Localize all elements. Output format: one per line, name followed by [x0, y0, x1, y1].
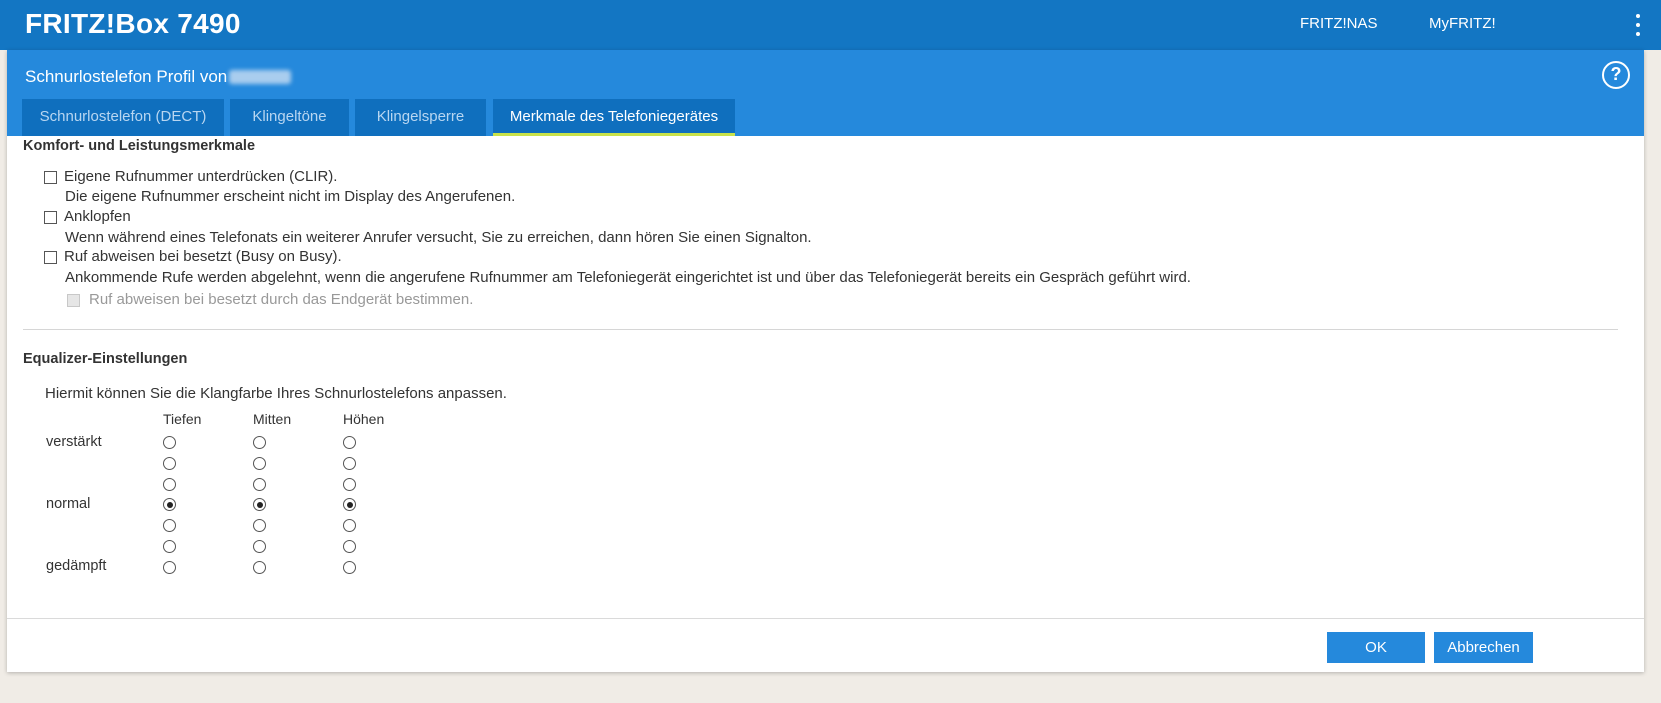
section-divider: [23, 329, 1618, 330]
anklopfen-description: Wenn während eines Telefonats ein weiter…: [65, 229, 812, 246]
eq-radio-mitten-6[interactable]: [253, 540, 266, 553]
eq-label-verstaerkt: verstärkt: [46, 434, 102, 450]
equalizer-title: Equalizer-Einstellungen: [23, 351, 188, 367]
eq-radio-mitten-5[interactable]: [253, 519, 266, 533]
link-fritznas[interactable]: FRITZ!NAS: [1300, 15, 1378, 32]
tab-klingeltoene[interactable]: Klingeltöne: [230, 99, 349, 136]
eq-label-normal: normal: [46, 496, 91, 512]
clir-checkbox[interactable]: [44, 171, 57, 184]
eq-radio-tiefen-6[interactable]: [163, 540, 176, 553]
help-icon[interactable]: ?: [1602, 61, 1630, 89]
eq-radio-mitten-2[interactable]: [253, 456, 266, 470]
footer-divider: [7, 618, 1644, 619]
eq-radio-höhen-4[interactable]: [343, 498, 356, 512]
clir-label: Eigene Rufnummer unterdrücken (CLIR).: [64, 168, 338, 185]
clir-description: Die eigene Rufnummer erscheint nicht im …: [65, 188, 516, 205]
link-myfritz[interactable]: MyFRITZ!: [1429, 15, 1496, 32]
ok-button[interactable]: OK: [1327, 632, 1425, 663]
eq-radio-mitten-7[interactable]: [253, 560, 266, 574]
eq-radio-mitten-1[interactable]: [253, 436, 266, 449]
busy-on-busy-label: Ruf abweisen bei besetzt (Busy on Busy).: [64, 248, 342, 265]
anklopfen-label: Anklopfen: [64, 208, 131, 225]
eq-radio-mitten-3[interactable]: [253, 477, 266, 491]
cancel-button[interactable]: Abbrechen: [1434, 632, 1533, 663]
busy-device-checkbox: [67, 294, 80, 307]
tab-klingelsperre[interactable]: Klingelsperre: [355, 99, 486, 136]
features-title: Komfort- und Leistungsmerkmale: [23, 138, 256, 154]
redacted-name: [229, 70, 292, 84]
panel-title-text: Schnurlostelefon Profil von: [25, 67, 228, 86]
eq-radio-tiefen-5[interactable]: [163, 519, 176, 533]
eq-radio-höhen-2[interactable]: [343, 456, 356, 470]
tab-dect[interactable]: Schnurlostelefon (DECT): [22, 99, 224, 136]
eq-radio-höhen-7[interactable]: [343, 560, 356, 574]
eq-radio-höhen-6[interactable]: [343, 540, 356, 553]
panel-header: Schnurlostelefon Profil von ? Schnurlost…: [7, 50, 1644, 136]
eq-radio-tiefen-3[interactable]: [163, 477, 176, 491]
top-bar: FRITZ!Box 7490 FRITZ!NAS MyFRITZ!: [0, 0, 1661, 50]
eq-radio-tiefen-7[interactable]: [163, 560, 176, 574]
equalizer-intro: Hiermit können Sie die Klangfarbe Ihres …: [45, 385, 507, 402]
anklopfen-checkbox[interactable]: [44, 211, 57, 224]
more-menu-icon[interactable]: [1634, 14, 1642, 36]
panel-title: Schnurlostelefon Profil von: [25, 67, 292, 87]
eq-radio-höhen-5[interactable]: [343, 519, 356, 533]
tab-merkmale[interactable]: Merkmale des Telefoniegerätes: [493, 99, 735, 136]
eq-radio-mitten-4[interactable]: [253, 498, 266, 512]
eq-label-gedaempft: gedämpft: [46, 558, 107, 574]
busy-device-label: Ruf abweisen bei besetzt durch das Endge…: [89, 291, 474, 308]
settings-panel: Schnurlostelefon Profil von ? Schnurlost…: [7, 50, 1644, 672]
busy-on-busy-description: Ankommende Rufe werden abgelehnt, wenn d…: [65, 269, 1191, 286]
eq-col-tiefen: Tiefen: [163, 411, 202, 427]
eq-radio-tiefen-2[interactable]: [163, 456, 176, 470]
eq-col-mitten: Mitten: [253, 411, 292, 427]
eq-radio-höhen-1[interactable]: [343, 436, 356, 449]
eq-radio-tiefen-1[interactable]: [163, 436, 176, 449]
eq-radio-höhen-3[interactable]: [343, 477, 356, 491]
busy-on-busy-checkbox[interactable]: [44, 251, 57, 264]
brand-title: FRITZ!Box 7490: [25, 8, 241, 39]
eq-col-hoehen: Höhen: [343, 411, 385, 427]
eq-radio-tiefen-4[interactable]: [163, 498, 176, 512]
